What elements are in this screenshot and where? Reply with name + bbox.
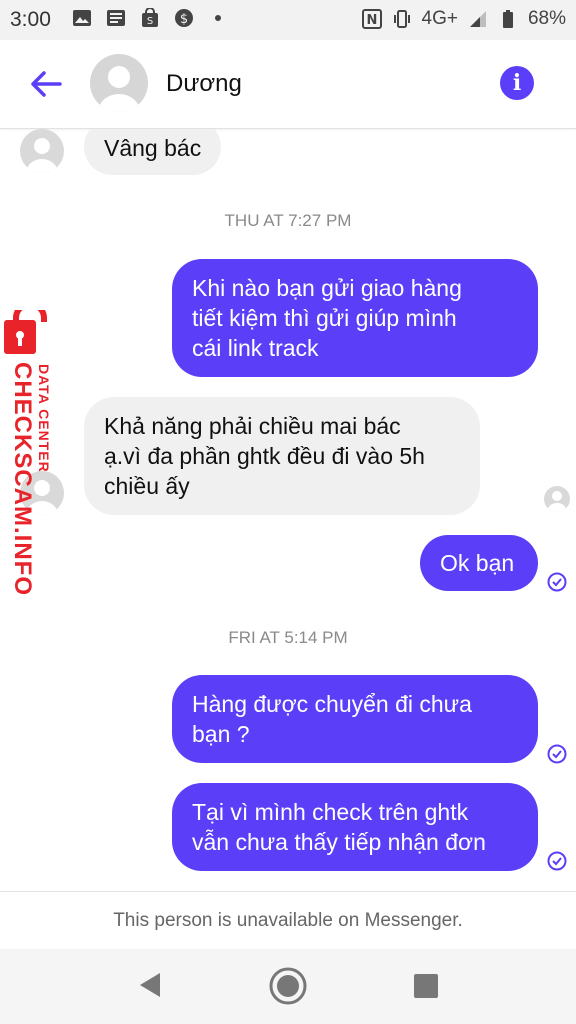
battery-icon bbox=[502, 10, 513, 28]
system-icons: N 4G+ 68% bbox=[361, 8, 566, 30]
info-icon[interactable]: i bbox=[500, 66, 534, 100]
dot-icon bbox=[215, 15, 221, 21]
message-bubble-outgoing[interactable]: Hàng được chuyển đi chưa bạn ? bbox=[172, 675, 538, 763]
message-list[interactable]: Vâng bác THU AT 7:27 PM Khi nào bạn gửi … bbox=[0, 129, 576, 891]
sent-check-icon bbox=[547, 572, 567, 592]
shop-icon: S bbox=[142, 8, 158, 27]
news-icon bbox=[107, 10, 125, 26]
timestamp: FRI AT 5:14 PM bbox=[228, 628, 348, 647]
sent-check-icon bbox=[547, 851, 567, 871]
message-bubble-incoming[interactable]: Khả năng phải chiều mai bác ạ.vì đa phần… bbox=[84, 397, 480, 515]
status-bar: 3:00 S $ N 4G+ 68% bbox=[0, 0, 576, 40]
watermark-subtitle: DATA CENTER bbox=[36, 364, 52, 473]
nfc-icon: N bbox=[361, 9, 382, 29]
contact-avatar[interactable] bbox=[90, 54, 148, 112]
timestamp: THU AT 7:27 PM bbox=[224, 211, 352, 230]
vibrate-icon bbox=[393, 10, 410, 28]
android-nav-bar bbox=[0, 949, 576, 1024]
message-bubble-outgoing[interactable]: Ok bạn bbox=[420, 535, 538, 591]
conversation-header: Dương i bbox=[0, 40, 576, 129]
svg-text:$: $ bbox=[180, 12, 188, 27]
read-receipt-avatar bbox=[544, 486, 570, 512]
watermark-brand: CHECKSCAM.INFO bbox=[9, 362, 36, 596]
message-bubble-outgoing[interactable]: Khi nào bạn gửi giao hàng tiết kiệm thì … bbox=[172, 259, 538, 377]
contact-avatar-small bbox=[20, 129, 64, 173]
message-bubble-incoming[interactable]: Vâng bác bbox=[84, 129, 222, 175]
signal-icon bbox=[469, 11, 486, 27]
arrow-left-icon[interactable] bbox=[26, 66, 66, 102]
svg-text:S: S bbox=[147, 16, 153, 27]
battery-level: 68% bbox=[527, 8, 566, 29]
notification-icons: S $ bbox=[72, 8, 228, 28]
nav-back-icon[interactable] bbox=[136, 971, 162, 999]
nav-home-icon[interactable] bbox=[268, 966, 308, 1006]
message-bubble-outgoing[interactable]: Tại vì mình check trên ghtk vẫn chưa thấ… bbox=[172, 783, 538, 871]
network-type: 4G+ bbox=[421, 8, 458, 29]
nav-recents-icon[interactable] bbox=[413, 973, 439, 999]
status-time: 3:00 bbox=[10, 8, 51, 31]
sent-check-icon bbox=[547, 744, 567, 764]
contact-name[interactable]: Dương bbox=[166, 70, 242, 98]
checkscam-watermark: CHECKSCAM.INFO DATA CENTER bbox=[2, 301, 62, 596]
svg-text:N: N bbox=[366, 13, 377, 28]
image-icon bbox=[73, 10, 91, 26]
unavailable-notice: This person is unavailable on Messenger. bbox=[0, 891, 576, 950]
currency-icon: $ bbox=[175, 9, 193, 27]
